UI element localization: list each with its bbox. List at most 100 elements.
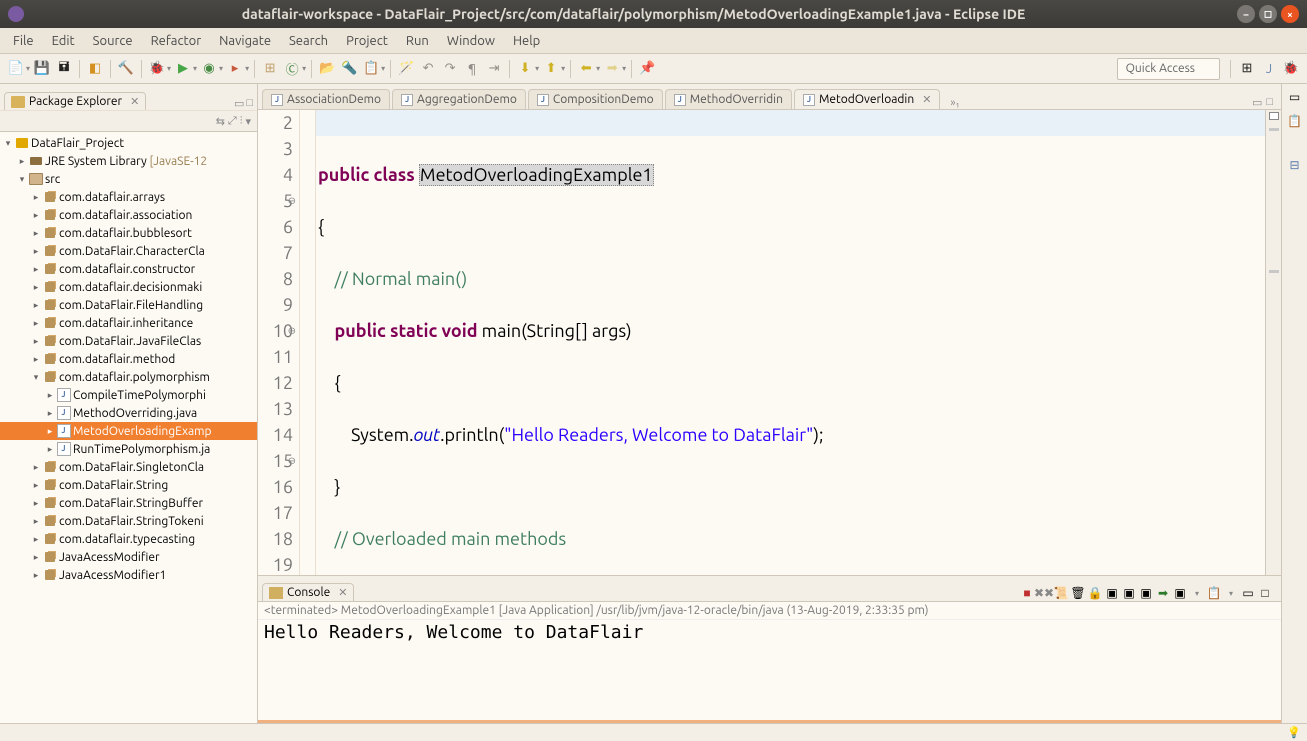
search-button[interactable]: 🔦 — [340, 60, 358, 78]
minimize-icon[interactable]: ▭ — [1252, 96, 1262, 109]
next-ann-button[interactable]: ⬇ — [516, 60, 534, 78]
link-editor-icon[interactable]: ⤢ — [228, 115, 237, 128]
package-explorer-pane: Package Explorer ✕ ▭ □ ⇆ ⤢ ⫶ ▾ ▾DataFlai… — [0, 84, 258, 723]
show-console-icon[interactable]: ▣ — [1104, 585, 1120, 601]
wand-button[interactable]: 🪄 — [397, 60, 415, 78]
task-list-icon[interactable]: 📋 — [1286, 112, 1304, 130]
menu-source[interactable]: Source — [84, 34, 142, 48]
new-package-button[interactable]: ⊞ — [261, 60, 279, 78]
new-button[interactable]: 📄 — [7, 60, 25, 78]
format-button[interactable]: ¶ — [463, 60, 481, 78]
overview-ruler[interactable] — [1265, 110, 1281, 575]
collapse-all-icon[interactable]: ⇆ — [216, 115, 225, 128]
editor-tab-row: JAssociationDemo JAggregationDemo JCompo… — [258, 84, 1281, 110]
java-file-node: ▸CompileTimePolymorphi — [0, 386, 257, 404]
tab-overflow[interactable]: »₁ — [946, 97, 963, 109]
editor-tab[interactable]: JMethodOverridin — [665, 89, 792, 109]
build-button[interactable]: 🔨 — [117, 60, 135, 78]
menu-project[interactable]: Project — [337, 34, 397, 48]
package-explorer-tab[interactable]: Package Explorer ✕ — [4, 92, 146, 110]
code-editor[interactable]: 234 567 8910 111213 141516 171819 public… — [258, 110, 1281, 575]
editor-tab[interactable]: JAssociationDemo — [262, 89, 390, 109]
new-class-button[interactable]: Ⓒ — [283, 60, 301, 78]
debug-perspective-button[interactable]: 🐞 — [1282, 60, 1300, 78]
pkg-node: ▸com.DataFlair.JavaFileClas — [0, 332, 257, 350]
back-button[interactable]: ⬅ — [577, 60, 595, 78]
menu-window[interactable]: Window — [438, 34, 504, 48]
maximize-icon[interactable]: □ — [1257, 585, 1273, 601]
prev-ann-button[interactable]: ⬆ — [542, 60, 560, 78]
terminate-icon[interactable]: ■ — [1019, 585, 1035, 601]
run-button[interactable]: ▶ — [174, 60, 192, 78]
open-console-icon[interactable]: ➡ — [1155, 585, 1171, 601]
console-header: <terminated> MetodOverloadingExample1 [J… — [258, 602, 1281, 620]
view-menu-icon[interactable]: ▾ — [245, 115, 251, 128]
minimize-button[interactable]: – — [1237, 5, 1255, 23]
redo-button[interactable]: ↷ — [441, 60, 459, 78]
debug-button[interactable]: 🐞 — [148, 60, 166, 78]
menu-file[interactable]: File — [4, 34, 43, 48]
close-icon[interactable]: ✕ — [922, 93, 931, 106]
pkg-node: ▸com.DataFlair.CharacterCla — [0, 242, 257, 260]
code-area[interactable]: public class MetodOverloadingExample1 { … — [316, 110, 1265, 575]
java-perspective-button[interactable]: J — [1260, 60, 1278, 78]
scroll-lock-icon[interactable]: 🔒 — [1087, 585, 1103, 601]
maximize-button[interactable]: ◻ — [1259, 5, 1277, 23]
minimize-icon[interactable]: ▭ — [234, 97, 244, 110]
tip-icon[interactable]: 💡 — [1287, 726, 1301, 739]
undo-button[interactable]: ↶ — [419, 60, 437, 78]
restore-icon[interactable]: ▭ — [1286, 88, 1304, 106]
new-console-icon[interactable]: ▣ — [1172, 585, 1188, 601]
java-file-node: ▸RunTimePolymorphism.ja — [0, 440, 257, 458]
pkg-node: ▸JavaAcessModifier — [0, 548, 257, 566]
open-perspective-button[interactable]: ⊞ — [1238, 60, 1256, 78]
package-explorer-icon — [11, 96, 25, 108]
editor-tab[interactable]: JCompositionDemo — [528, 89, 663, 109]
filter-icon[interactable]: ⫶ — [240, 115, 243, 128]
pkg-node: ▸com.dataflair.method — [0, 350, 257, 368]
main-toolbar: 📄▾ 💾 🖬 ◧ 🔨 🐞▾ ▶▾ ◉▾ ▸▾ ⊞ Ⓒ▾ 📂 🔦 📋▾ 🪄 ↶ ↷… — [0, 54, 1307, 84]
package-explorer-tree[interactable]: ▾DataFlair_Project ▸JRE System Library [… — [0, 132, 257, 723]
task-button[interactable]: 📋 — [362, 60, 380, 78]
open-type-button[interactable]: 📂 — [318, 60, 336, 78]
pin-console-icon[interactable]: ▣ — [1121, 585, 1137, 601]
menu-run[interactable]: Run — [397, 34, 438, 48]
coverage-button[interactable]: ◉ — [200, 60, 218, 78]
jre-node: ▸JRE System Library [JavaSE-12 — [0, 152, 257, 170]
outline-icon[interactable]: ⊟ — [1286, 156, 1304, 174]
menu-search[interactable]: Search — [280, 34, 337, 48]
forward-button[interactable]: ➡ — [603, 60, 621, 78]
menu-edit[interactable]: Edit — [43, 34, 84, 48]
pkg-node: ▸JavaAcessModifier1 — [0, 566, 257, 584]
status-bar: 💡 — [0, 723, 1307, 741]
maximize-icon[interactable]: □ — [246, 97, 253, 110]
java-file-node-selected: ▸MetodOverloadingExamp — [0, 422, 257, 440]
menu-help[interactable]: Help — [504, 34, 549, 48]
close-icon[interactable]: ✕ — [130, 95, 139, 108]
maximize-icon[interactable]: □ — [1266, 96, 1273, 109]
minimize-icon[interactable]: ▭ — [1240, 585, 1256, 601]
remove-icon[interactable]: ✖✖ — [1036, 585, 1052, 601]
pkg-node: ▸com.DataFlair.StringTokeni — [0, 512, 257, 530]
remove-all-icon[interactable]: 📜 — [1053, 585, 1069, 601]
external-tools-button[interactable]: ▸ — [226, 60, 244, 78]
clear-icon[interactable]: 🗑 — [1070, 585, 1086, 601]
display-icon[interactable]: ▣ — [1138, 585, 1154, 601]
menu-refactor[interactable]: Refactor — [142, 34, 211, 48]
console-dropdown-icon[interactable]: 📋 — [1206, 585, 1222, 601]
close-icon[interactable]: ✕ — [338, 586, 347, 599]
editor-tab-active[interactable]: JMetodOverloadin✕ — [794, 89, 940, 109]
close-button[interactable]: × — [1281, 5, 1299, 23]
console-tab[interactable]: Console ✕ — [262, 583, 354, 601]
pkg-node: ▸com.dataflair.constructor — [0, 260, 257, 278]
menu-navigate[interactable]: Navigate — [210, 34, 280, 48]
console-label: Console — [287, 586, 330, 599]
quick-access-input[interactable]: Quick Access — [1117, 58, 1220, 80]
save-button[interactable]: 💾 — [33, 60, 51, 78]
pin-button[interactable]: 📌 — [638, 60, 656, 78]
editor-tab[interactable]: JAggregationDemo — [392, 89, 526, 109]
save-all-button[interactable]: 🖬 — [55, 60, 73, 78]
toggle-button[interactable]: ◧ — [86, 60, 104, 78]
console-output[interactable]: Hello Readers, Welcome to DataFlair — [258, 620, 1281, 723]
indent-button[interactable]: ⇥ — [485, 60, 503, 78]
